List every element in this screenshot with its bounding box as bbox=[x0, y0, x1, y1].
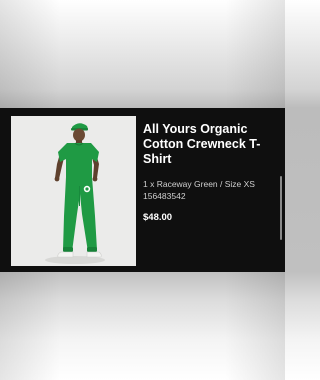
product-variant: 1 x Raceway Green / Size XS bbox=[143, 179, 255, 189]
product-image[interactable] bbox=[11, 116, 136, 266]
product-price: $48.00 bbox=[143, 212, 173, 223]
scrollbar[interactable] bbox=[280, 176, 282, 240]
product-title[interactable]: All Yours Organic Cotton Crewneck T-Shir… bbox=[143, 122, 281, 167]
model-figure-icon bbox=[45, 123, 105, 264]
product-card[interactable]: All Yours Organic Cotton Crewneck T-Shir… bbox=[0, 108, 285, 272]
product-sku: 156483542 bbox=[143, 191, 186, 201]
